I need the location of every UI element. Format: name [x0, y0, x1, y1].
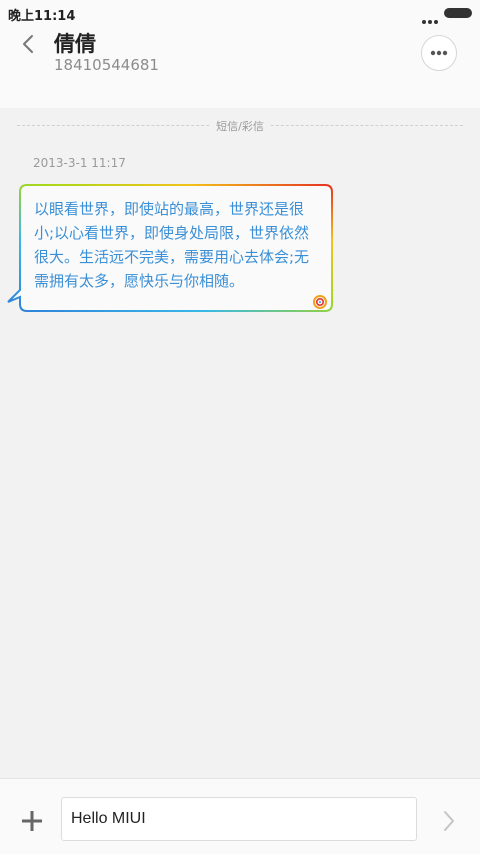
message-input[interactable] — [61, 797, 417, 841]
status-time: 晚上11:14 — [8, 9, 76, 24]
message-timestamp: 2013-3-1 11:17 — [33, 156, 126, 170]
chevron-left-icon — [23, 35, 33, 53]
message-bubble[interactable]: 以眼看世界，即使站的最高，世界还是很小;以心看世界，即使身处局限，世界依然很大。… — [6, 184, 336, 314]
plus-icon — [22, 811, 42, 831]
more-dots-icon — [422, 10, 438, 24]
channel-divider: 短信/彩信 — [17, 118, 463, 134]
miui-swirl-icon — [313, 294, 327, 309]
back-button[interactable] — [14, 30, 44, 60]
send-button[interactable] — [442, 809, 456, 833]
conversation-header: 倩倩 18410544681 — [0, 26, 480, 108]
compose-bar — [0, 778, 480, 854]
more-horizontal-icon — [430, 50, 448, 56]
chevron-right-icon — [444, 811, 454, 831]
message-list[interactable]: 短信/彩信 2013-3-1 11:17 以眼看世界，即使站的最高，世界还是很小… — [0, 108, 480, 778]
channel-label: 短信/彩信 — [210, 118, 270, 134]
add-attachment-button[interactable] — [20, 809, 44, 833]
contact-number: 18410544681 — [54, 56, 159, 74]
message-text: 以眼看世界，即使站的最高，世界还是很小;以心看世界，即使身处局限，世界依然很大。… — [34, 200, 310, 290]
status-bar: 晚上11:14 — [0, 0, 480, 26]
contact-name: 倩倩 — [54, 32, 96, 56]
battery-icon — [444, 8, 472, 18]
more-options-button[interactable] — [421, 35, 457, 71]
